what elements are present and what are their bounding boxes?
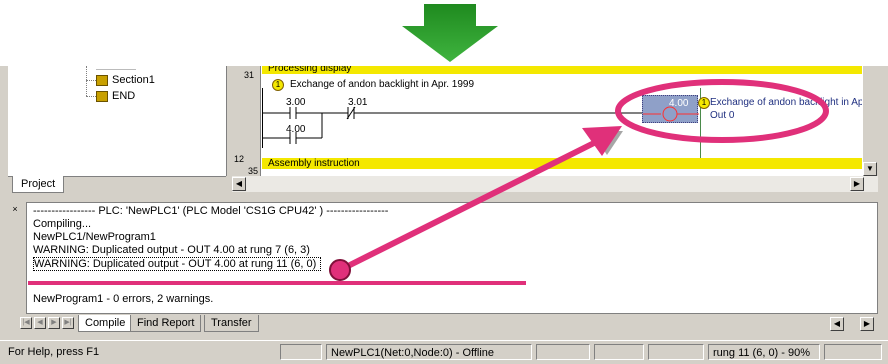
callout-arrow-shaft — [338, 137, 602, 273]
callout-origin-dot — [329, 259, 351, 281]
annotation-overlay — [28, 79, 829, 285]
highlight-ellipse — [615, 79, 829, 143]
